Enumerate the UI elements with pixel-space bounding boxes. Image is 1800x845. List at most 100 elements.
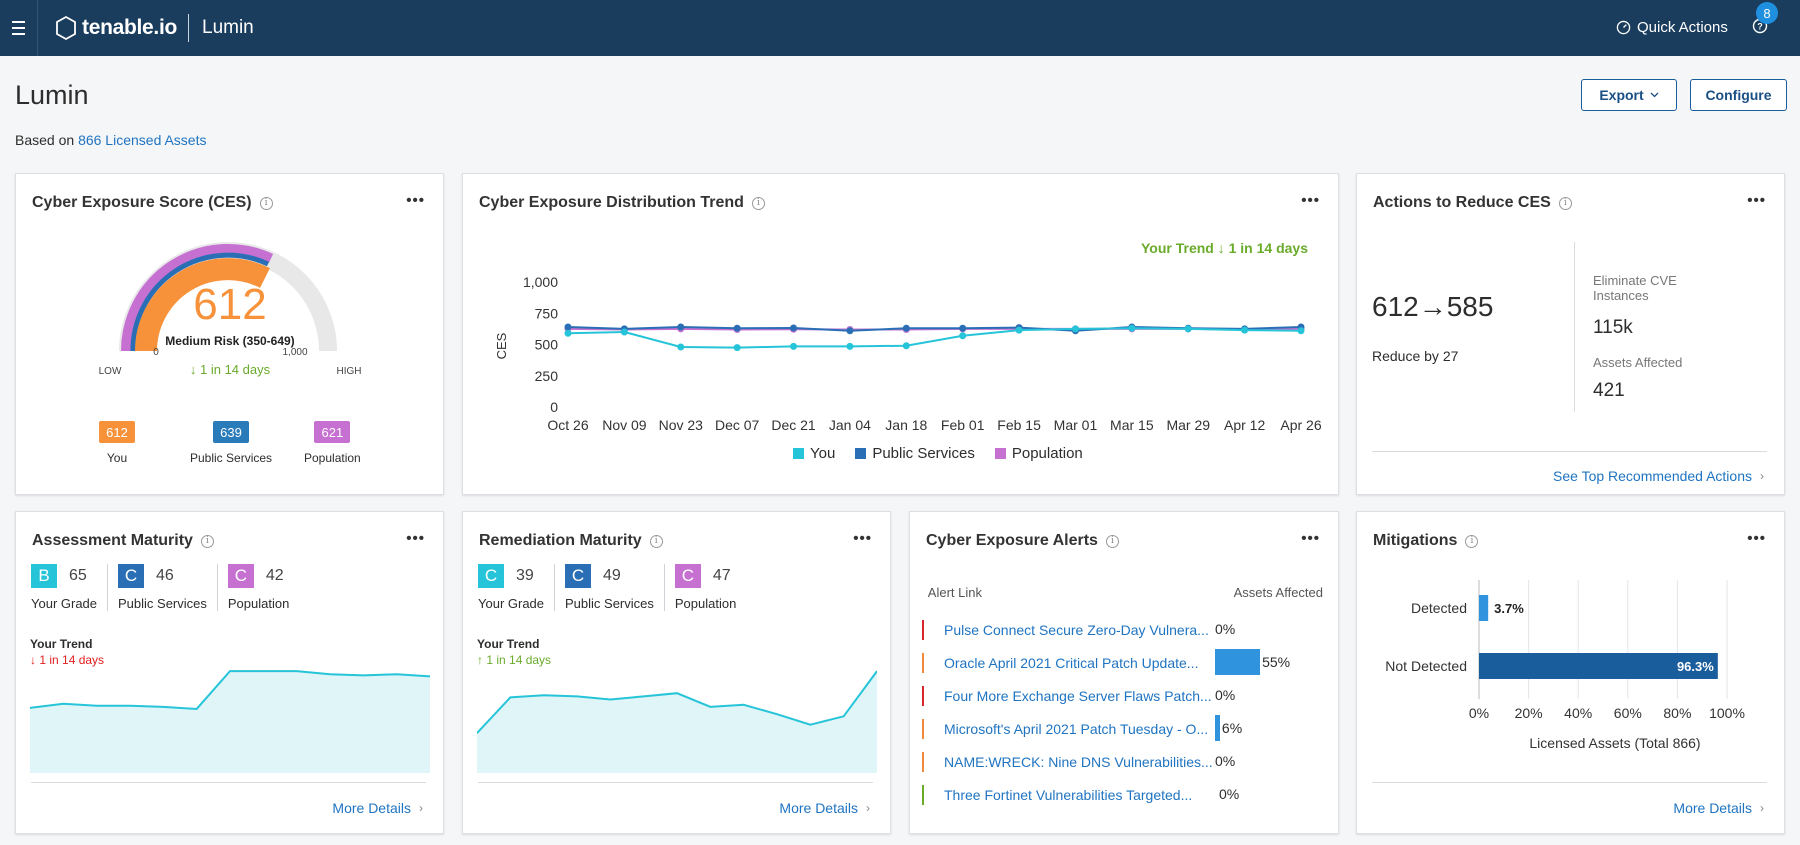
licensed-assets-link[interactable]: 866 Licensed Assets — [78, 132, 206, 148]
x-axis-title: Licensed Assets (Total 866) — [1529, 735, 1700, 751]
more-details-label: More Details — [779, 800, 858, 816]
chevron-right-icon: › — [419, 801, 423, 815]
alert-link[interactable]: Pulse Connect Secure Zero-Day Vulnera... — [944, 622, 1209, 638]
data-point[interactable] — [846, 327, 854, 335]
recommended-actions-label: See Top Recommended Actions — [1553, 468, 1752, 484]
ces-score: 612 — [193, 280, 266, 329]
grade-value: 47 — [712, 567, 731, 584]
assets-affected-bar — [1215, 715, 1220, 741]
assets-affected-value: 0% — [1215, 687, 1236, 703]
legend-you-label: You — [810, 445, 836, 462]
notification-badge[interactable]: 8 — [1756, 2, 1778, 24]
info-icon[interactable]: i — [259, 196, 273, 210]
bar-value-label: 96.3% — [1677, 659, 1714, 674]
x-tick-label: 60% — [1614, 705, 1642, 721]
reduce-by: Reduce by 27 — [1372, 348, 1459, 364]
data-point[interactable] — [902, 324, 910, 332]
x-tick-label: Nov 23 — [659, 417, 704, 433]
y-tick-label: 0 — [550, 399, 558, 415]
more-details-link[interactable]: More Details › — [779, 800, 870, 816]
alert-link-header-text: Alert Link — [927, 585, 982, 600]
bar-detected[interactable] — [1479, 595, 1489, 621]
data-point[interactable] — [790, 342, 798, 350]
data-point[interactable] — [620, 328, 628, 336]
quick-actions-button[interactable]: Quick Actions — [1616, 19, 1728, 36]
alert-link-header: Alert Link — [922, 585, 982, 600]
assets-affected-value: 0% — [1219, 786, 1240, 802]
data-point[interactable] — [1128, 324, 1136, 332]
export-button[interactable]: Export — [1581, 79, 1677, 111]
actions-divider-vertical — [1574, 242, 1575, 412]
more-options-icon[interactable]: ••• — [406, 530, 425, 547]
data-point[interactable] — [564, 329, 572, 337]
alert-link[interactable]: NAME:WRECK: Nine DNS Vulnerabilities... — [944, 754, 1213, 770]
alert-link[interactable]: Microsoft's April 2021 Patch Tuesday - O… — [944, 721, 1208, 737]
x-tick-label: Mar 29 — [1166, 417, 1210, 433]
data-point[interactable] — [959, 324, 967, 332]
more-details-label: More Details — [332, 800, 411, 816]
alert-link[interactable]: Oracle April 2021 Critical Patch Update.… — [944, 655, 1198, 671]
distribution-trend-chart: CES 1,000 750 500 250 0 Oct 26 Nov 09 Nov 23 Dec … — [494, 274, 1322, 433]
more-options-icon[interactable]: ••• — [853, 530, 872, 547]
grade-value: 65 — [69, 567, 87, 584]
grade-label: Your Grade — [478, 596, 545, 611]
you-score-pill: 612 — [99, 421, 135, 443]
gauge-max: 1,000 — [282, 347, 307, 358]
alert-row: Three Fortinet Vulnerabilities Targeted.… — [922, 784, 1192, 806]
population-score-pill: 621 — [314, 421, 351, 443]
data-point[interactable] — [564, 323, 572, 331]
remediation-maturity-card: Remediation Maturity i ••• C 39 Your Grad… — [462, 511, 891, 834]
data-point[interactable] — [1015, 326, 1023, 334]
alerts-card: Cyber Exposure Alerts i ••• Alert Link A… — [909, 511, 1339, 834]
data-point[interactable] — [677, 323, 685, 331]
tenable-logo[interactable]: tenable.io — [54, 13, 177, 43]
more-details-link[interactable]: More Details › — [1673, 800, 1764, 816]
card-title: Remediation Maturity i — [479, 532, 663, 550]
data-point[interactable] — [733, 324, 741, 332]
data-point[interactable] — [733, 344, 741, 352]
assets-affected-value: 6% — [1221, 720, 1243, 736]
assets-affected-value: 0% — [1215, 621, 1236, 637]
hamburger-menu-icon[interactable] — [0, 0, 38, 56]
info-icon[interactable]: i — [1105, 534, 1119, 548]
grade-public-services: C 49 Public Services — [565, 564, 665, 611]
x-tick-label: Apr 26 — [1280, 417, 1321, 433]
quick-actions-label: Quick Actions — [1637, 19, 1728, 36]
configure-button[interactable]: Configure — [1690, 79, 1787, 111]
more-options-icon[interactable]: ••• — [1301, 530, 1320, 547]
grade-label: Public Services — [118, 596, 207, 611]
more-options-icon[interactable]: ••• — [1747, 192, 1766, 209]
data-point[interactable] — [1071, 325, 1079, 333]
recommended-actions-link[interactable]: See Top Recommended Actions › — [1553, 468, 1764, 484]
info-icon[interactable]: i — [200, 534, 214, 548]
legend-population[interactable]: Population — [994, 445, 1083, 462]
data-point[interactable] — [959, 332, 967, 340]
export-label: Export — [1599, 87, 1644, 103]
data-point[interactable] — [677, 343, 685, 351]
grade-badge: C — [227, 564, 254, 588]
data-point[interactable] — [846, 342, 854, 350]
data-point[interactable] — [1241, 326, 1249, 334]
more-details-link[interactable]: More Details › — [332, 800, 423, 816]
data-point[interactable] — [790, 324, 798, 332]
population-label: Population — [304, 451, 361, 465]
data-point[interactable] — [902, 342, 910, 350]
alert-link[interactable]: Three Fortinet Vulnerabilities Targeted.… — [944, 787, 1192, 803]
remediation-sparkline — [477, 670, 877, 773]
more-details-label: More Details — [1673, 800, 1752, 816]
data-point[interactable] — [1297, 327, 1305, 335]
grade-badge: B — [31, 564, 57, 588]
category-label: Detected — [1411, 600, 1467, 616]
x-tick-label: Mar 15 — [1110, 417, 1154, 433]
legend-public-services[interactable]: Public Services — [855, 445, 975, 462]
info-icon[interactable]: i — [649, 534, 663, 548]
y-tick-label: 750 — [535, 305, 559, 321]
assets-affected-value: 421 — [1593, 380, 1625, 401]
alert-link[interactable]: Four More Exchange Server Flaws Patch... — [944, 688, 1212, 704]
legend-you[interactable]: You — [793, 445, 835, 462]
page-title: Lumin — [15, 80, 89, 110]
more-options-icon[interactable]: ••• — [406, 192, 425, 209]
x-tick-label: 80% — [1663, 705, 1691, 721]
data-point[interactable] — [1184, 325, 1192, 333]
info-icon[interactable]: i — [1558, 196, 1572, 210]
